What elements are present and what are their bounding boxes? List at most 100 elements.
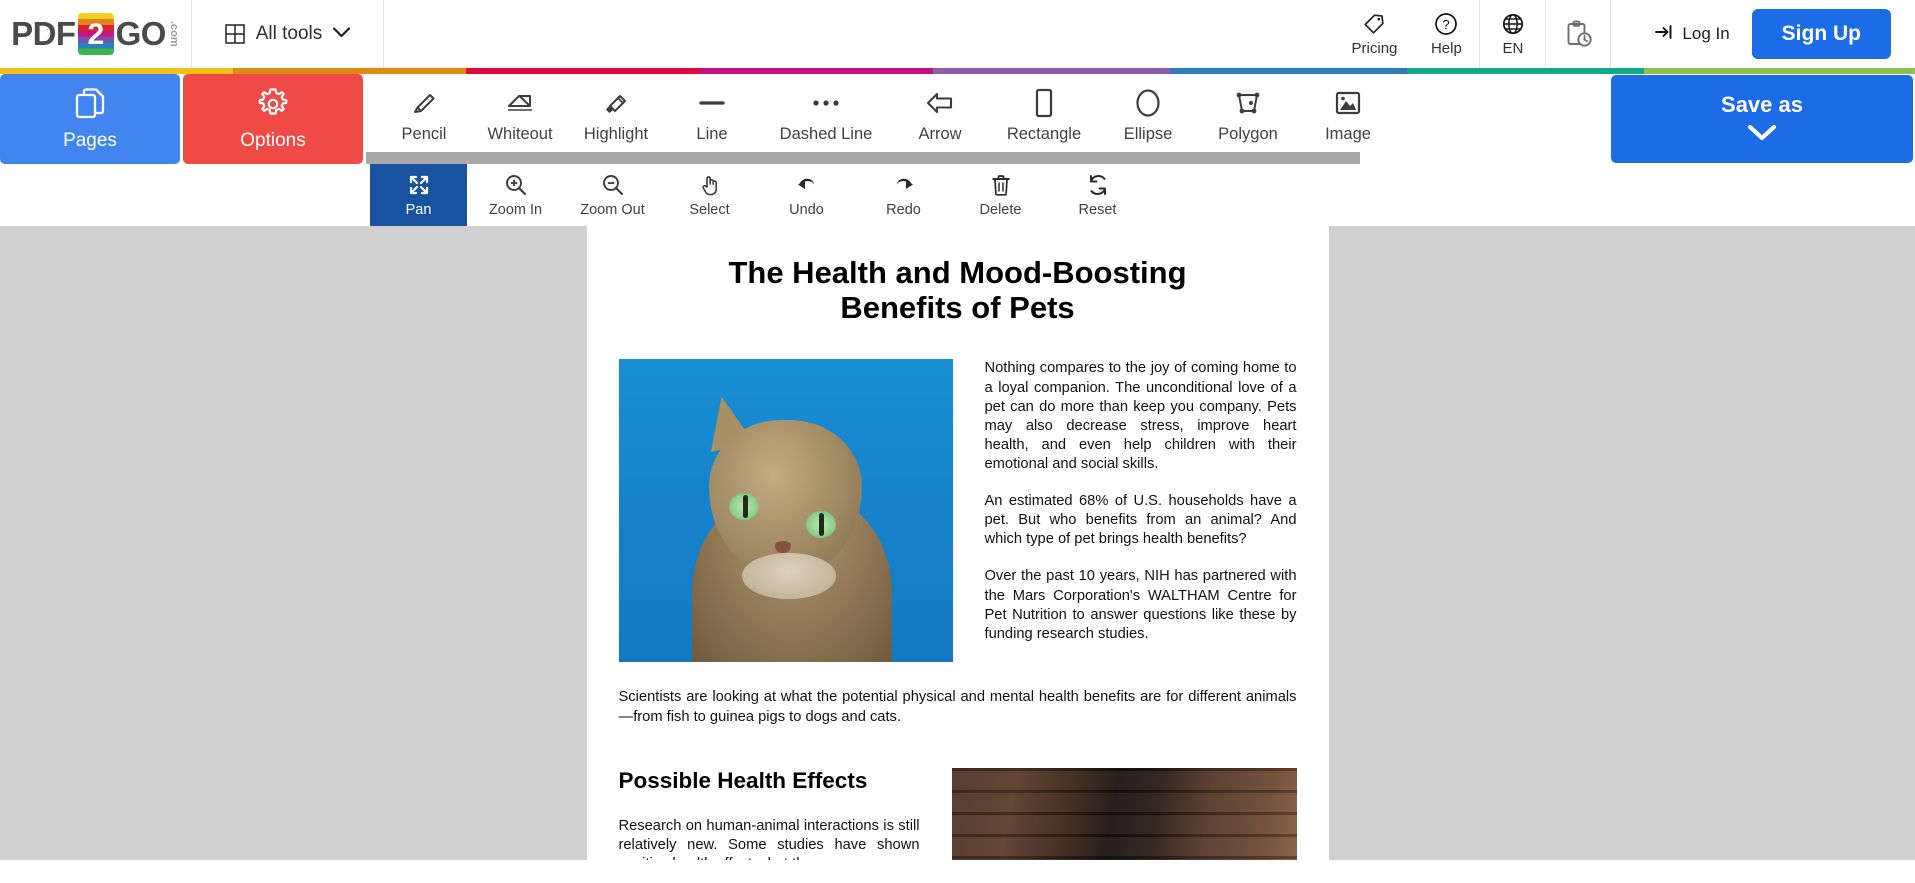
- redo-icon: [892, 172, 916, 198]
- language-selector[interactable]: EN: [1479, 0, 1545, 68]
- pan-icon: [407, 172, 431, 198]
- tool-rectangle[interactable]: Rectangle: [988, 88, 1100, 144]
- header-links: Pricing ? Help EN: [1336, 0, 1612, 68]
- tool-delete-label: Delete: [979, 202, 1022, 218]
- tool-reset[interactable]: Reset: [1049, 164, 1146, 226]
- health-effects-text: Possible Health Effects Research on huma…: [619, 768, 920, 860]
- tool-ellipse[interactable]: Ellipse: [1100, 88, 1196, 144]
- cat-eye-left: [728, 492, 759, 520]
- tool-whiteout-label: Whiteout: [487, 125, 553, 143]
- options-label: Options: [240, 129, 306, 151]
- tool-pencil[interactable]: Pencil: [376, 88, 472, 144]
- pages-label: Pages: [63, 129, 117, 151]
- tool-highlight-label: Highlight: [583, 125, 649, 143]
- recent-files-icon: [1563, 20, 1593, 47]
- top-header: PDF 2 GO .com All tools Pricing ? Help E…: [0, 0, 1915, 68]
- help-link[interactable]: ? Help: [1413, 0, 1479, 68]
- save-as-button[interactable]: Save as: [1611, 75, 1913, 163]
- tool-zoom-in[interactable]: Zoom In: [467, 164, 564, 226]
- document-viewer[interactable]: The Health and Mood-Boosting Benefits of…: [0, 226, 1915, 860]
- zoom-in-icon: [504, 172, 528, 198]
- tool-zoom-in-label: Zoom In: [488, 202, 543, 218]
- tool-image[interactable]: Image: [1300, 88, 1396, 144]
- paragraph-full-width: Scientists are looking at what the poten…: [618, 689, 1297, 726]
- paragraph-3: Over the past 10 years, NIH has partnere…: [984, 568, 1297, 642]
- tools-scrollbar-track[interactable]: [366, 152, 1608, 164]
- tool-image-label: Image: [1325, 125, 1371, 143]
- intro-text-column: Nothing compares to the joy of coming ho…: [985, 359, 1297, 643]
- grid-icon: [224, 24, 245, 44]
- page-title: The Health and Mood-Boosting Benefits of…: [728, 255, 1187, 325]
- language-label: EN: [1502, 40, 1524, 57]
- all-tools-menu[interactable]: All tools: [192, 0, 384, 68]
- image-icon: [1332, 88, 1364, 118]
- pages-icon: [73, 87, 107, 126]
- undo-icon: [795, 172, 819, 198]
- tool-line[interactable]: Line: [664, 88, 760, 144]
- tool-arrow-label: Arrow: [918, 125, 962, 143]
- recent-files-button[interactable]: [1545, 0, 1612, 68]
- logo-text-go: GO: [115, 15, 167, 52]
- intro-section: Nothing compares to the joy of coming ho…: [618, 359, 1297, 663]
- zoom-out-icon: [601, 172, 625, 198]
- tool-zoom-out[interactable]: Zoom Out: [564, 164, 661, 226]
- tool-dashed-line-label: Dashed Line: [779, 125, 873, 143]
- tool-delete[interactable]: Delete: [952, 164, 1049, 226]
- tool-pan-label: Pan: [405, 202, 432, 218]
- site-logo[interactable]: PDF 2 GO .com: [0, 0, 192, 68]
- tools-scrollbar-thumb[interactable]: [366, 152, 1360, 164]
- tool-line-label: Line: [696, 125, 728, 143]
- tool-redo-label: Redo: [886, 202, 921, 218]
- gear-icon: [256, 87, 290, 126]
- help-label: Help: [1430, 40, 1462, 57]
- auth-area: Log In Sign Up: [1611, 0, 1915, 68]
- signup-button[interactable]: Sign Up: [1751, 9, 1891, 59]
- tool-rectangle-label: Rectangle: [1006, 125, 1082, 143]
- tool-polygon[interactable]: Polygon: [1196, 88, 1300, 144]
- tool-select-label: Select: [689, 202, 730, 218]
- tool-redo[interactable]: Redo: [855, 164, 952, 226]
- pencil-icon: [409, 88, 439, 118]
- svg-text:?: ?: [1443, 17, 1450, 32]
- dashed-line-icon: [809, 88, 843, 118]
- pdf-page: The Health and Mood-Boosting Benefits of…: [586, 226, 1329, 860]
- tool-arrow[interactable]: Arrow: [892, 88, 988, 144]
- tool-pan[interactable]: Pan: [370, 164, 467, 226]
- pricing-link[interactable]: Pricing: [1336, 0, 1414, 68]
- tool-reset-label: Reset: [1078, 202, 1117, 218]
- trash-icon: [989, 172, 1013, 198]
- tool-dashed-line[interactable]: Dashed Line: [760, 88, 892, 144]
- polygon-icon: [1232, 88, 1264, 118]
- tool-zoom-out-label: Zoom Out: [580, 202, 645, 218]
- tool-highlight[interactable]: Highlight: [568, 88, 664, 144]
- tool-whiteout[interactable]: Whiteout: [472, 88, 568, 144]
- tool-ellipse-label: Ellipse: [1123, 125, 1173, 143]
- ellipse-icon: [1133, 88, 1163, 118]
- wood-photo: [951, 767, 1297, 860]
- arrow-left-icon: [924, 88, 956, 118]
- rectangle-icon: [1031, 88, 1057, 118]
- header-spacer: [384, 0, 1336, 68]
- tool-undo[interactable]: Undo: [758, 164, 855, 226]
- pages-button[interactable]: Pages: [0, 74, 180, 164]
- section-paragraph: Research on human-animal interactions is…: [618, 817, 920, 860]
- health-effects-section: Possible Health Effects Research on huma…: [619, 767, 1297, 860]
- highlighter-icon: [601, 88, 631, 118]
- eraser-icon: [504, 88, 536, 118]
- chevron-down-icon: [333, 25, 351, 43]
- cat-eye-right: [805, 510, 836, 538]
- tools-scroll-container: Pencil Whiteout Highlight Line Dashed Li…: [366, 74, 1608, 164]
- all-tools-label: All tools: [255, 23, 323, 44]
- tool-select[interactable]: Select: [661, 164, 758, 226]
- line-icon: [697, 88, 727, 118]
- view-toolbar: Pan Zoom In Zoom Out Select Undo Redo De…: [0, 164, 1915, 226]
- globe-icon: [1501, 11, 1525, 37]
- login-button[interactable]: Log In: [1633, 23, 1751, 46]
- question-circle-icon: ?: [1434, 11, 1458, 37]
- save-as-label: Save as: [1721, 92, 1803, 117]
- options-button[interactable]: Options: [183, 74, 363, 164]
- tool-undo-label: Undo: [789, 202, 824, 218]
- chevron-down-icon: [1747, 124, 1777, 146]
- pricing-label: Pricing: [1351, 40, 1398, 57]
- logo-2-icon: 2: [77, 13, 114, 55]
